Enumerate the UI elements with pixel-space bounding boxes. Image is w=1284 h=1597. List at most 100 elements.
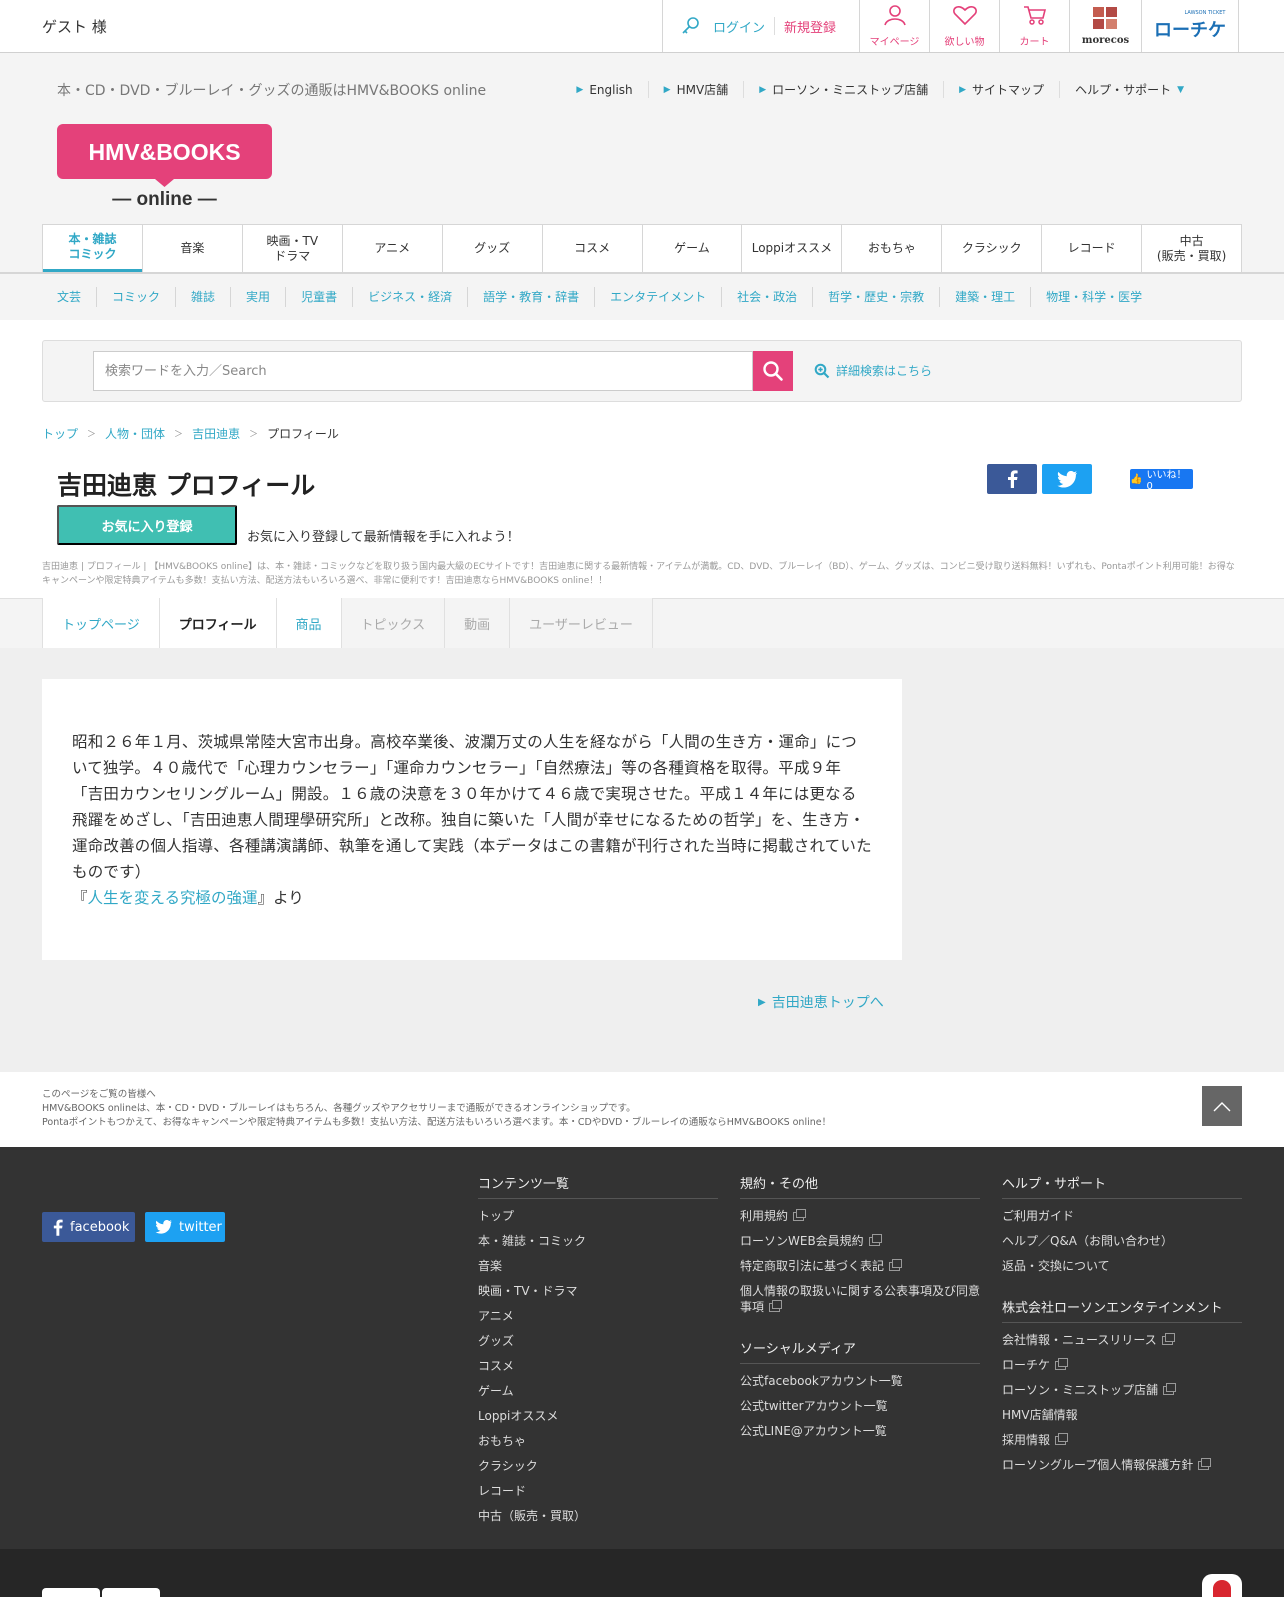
header-link-help[interactable]: ヘルプ・サポート ▼ [1059,81,1199,98]
search-button[interactable] [753,351,793,391]
lawson-ticket-link[interactable]: LAWSON TICKET ローチケ [1141,0,1239,52]
header-link-hmv-stores[interactable]: ▶ HMV店舗 [647,81,744,98]
subnav-item[interactable]: 社会・政治 [721,287,812,307]
subnav-item[interactable]: 文芸 [42,287,96,307]
footer-link[interactable]: 公式LINE@アカウント一覧 [740,1423,980,1439]
twitter-share-button[interactable] [1042,464,1092,494]
footer-link[interactable]: ローソンWEB会員規約 [740,1233,980,1249]
footer-link[interactable]: 個人情報の取扱いに関する公表事項及び同意事項 [740,1283,980,1315]
header-links: ▶ English ▶ HMV店舗 ▶ ローソン・ミニストップ店舗 ▶ サイトマップ ヘ… [561,81,1199,98]
footer-link[interactable]: トップ [478,1208,718,1224]
footer-link[interactable]: ご利用ガイド [1002,1208,1242,1224]
twitter-label: twitter [179,1219,222,1235]
footer-link[interactable]: 利用規約 [740,1208,980,1224]
person-icon [883,4,907,30]
wishlist-button[interactable]: 欲しい物 [929,0,999,52]
source-book-link[interactable]: 人生を変える究極の強運 [88,889,258,907]
footer-link[interactable]: グッズ [478,1333,718,1349]
advanced-search-link[interactable]: 詳細検索はこちら [814,362,932,379]
breadcrumb-current: プロフィール [267,427,339,441]
footer-link[interactable]: コスメ [478,1358,718,1374]
nav-game[interactable]: ゲーム [641,225,742,272]
subnav-item[interactable]: ビジネス・経済 [352,287,467,307]
nav-books[interactable]: 本・雑誌 コミック [43,225,142,272]
subnav-item[interactable]: 雑誌 [175,287,230,307]
search-input[interactable] [93,351,753,391]
footer-heading: コンテンツ一覧 [478,1173,718,1199]
footer-link[interactable]: ローソン・ミニストップ店舗 [1002,1382,1242,1398]
nav-used[interactable]: 中古 (販売・買取) [1141,225,1241,272]
facebook-share-button[interactable] [987,464,1037,494]
header-link-lawson-stores[interactable]: ▶ ローソン・ミニストップ店舗 [743,81,943,98]
footer-link[interactable]: 音楽 [478,1258,718,1274]
footer-twitter-button[interactable]: twitter [145,1212,225,1242]
footer-link[interactable]: 本・雑誌・コミック [478,1233,718,1249]
subnav-item[interactable]: 児童書 [285,287,352,307]
page-title: 吉田迪恵 プロフィール [57,471,316,500]
subnav-item[interactable]: 語学・教育・辞書 [467,287,594,307]
header-link-english[interactable]: ▶ English [561,81,647,98]
page-top-button[interactable] [1202,1086,1242,1126]
search-box: 詳細検索はこちら [42,340,1242,402]
footer-link[interactable]: 採用情報 [1002,1432,1242,1448]
site-logo[interactable]: HMV&BOOKS — online — [57,124,272,210]
nav-label: 音楽 [180,241,205,255]
login-link[interactable]: ログイン [713,17,765,36]
tab-products[interactable]: 商品 [275,598,341,648]
footer-facebook-button[interactable]: facebook [42,1212,135,1242]
nav-label: レコード [1067,241,1116,255]
footer-link[interactable]: 公式twitterアカウント一覧 [740,1398,980,1414]
nav-records[interactable]: レコード [1041,225,1141,272]
footer-contents: コンテンツ一覧 トップ 本・雑誌・コミック 音楽 映画・TV・ドラマ アニメ グ… [478,1173,718,1533]
header-link-sitemap[interactable]: ▶ サイトマップ [943,81,1059,98]
external-link-icon [769,1300,783,1312]
mypage-button[interactable]: マイページ [859,0,929,52]
nav-loppi[interactable]: Loppiオススメ [741,225,841,272]
header-link-label: HMV店舗 [676,83,729,97]
footer-link[interactable]: レコード [478,1483,718,1499]
nav-cosme[interactable]: コスメ [541,225,642,272]
nav-movies[interactable]: 映画・TV ドラマ [241,225,342,272]
artist-top-link[interactable]: ▶ 吉田迪恵トップへ [758,992,884,1012]
register-link[interactable]: 新規登録 [784,17,836,36]
breadcrumb-artist[interactable]: 吉田迪恵 [192,425,240,442]
subnav-item[interactable]: 建築・理工 [939,287,1030,307]
footer-link[interactable]: 公式facebookアカウント一覧 [740,1373,980,1389]
tab-top[interactable]: トップページ [42,598,159,648]
profile-source: 『人生を変える究極の強運』より [72,885,872,911]
footer-link[interactable]: 会社情報・ニュースリリース [1002,1332,1242,1348]
breadcrumb-top[interactable]: トップ [42,425,78,442]
footer-link[interactable]: ヘルプ／Q&A（お問い合わせ） [1002,1233,1242,1249]
footer-link[interactable]: アニメ [478,1308,718,1324]
profile-text: 昭和２６年１月、茨城県常陸大宮市出身。高校卒業後、波瀾万丈の人生を経ながら「人間… [72,733,872,881]
nav-music[interactable]: 音楽 [141,225,242,272]
footer-link[interactable]: 返品・交換について [1002,1258,1242,1274]
morecos-logo-icon [1092,6,1119,35]
morecos-link[interactable]: morecos [1069,0,1141,52]
main-nav: 本・雑誌 コミック 音楽 映画・TV ドラマ アニメ グッズ コスメ ゲーム Lop… [42,224,1242,272]
footer-link[interactable]: おもちゃ [478,1433,718,1449]
cart-button[interactable]: カート [999,0,1069,52]
subnav-item[interactable]: 哲学・歴史・宗教 [812,287,939,307]
subnav-item[interactable]: 実用 [230,287,285,307]
footer-link[interactable]: 映画・TV・ドラマ [478,1283,718,1299]
nav-anime[interactable]: アニメ [341,225,442,272]
nav-goods[interactable]: グッズ [441,225,542,272]
breadcrumb-people[interactable]: 人物・団体 [105,425,165,442]
subnav-item[interactable]: エンタテイメント [594,287,721,307]
footer-link[interactable]: ローソングループ個人情報保護方針 [1002,1457,1242,1473]
nav-classic[interactable]: クラシック [941,225,1041,272]
subnav-item[interactable]: コミック [96,287,175,307]
nav-toys[interactable]: おもちゃ [841,225,941,272]
subnav-item[interactable]: 物理・科学・医学 [1030,287,1157,307]
footer-link[interactable]: ローチケ [1002,1357,1242,1373]
favorite-button[interactable]: お気に入り登録 [57,505,237,545]
footer-link[interactable]: クラシック [478,1458,718,1474]
footer-link[interactable]: HMV店舗情報 [1002,1407,1242,1423]
like-button[interactable]: 👍 いいね！ 0 [1130,469,1193,492]
tab-profile[interactable]: プロフィール [158,598,276,648]
footer-link[interactable]: 特定商取引法に基づく表記 [740,1258,980,1274]
footer-link[interactable]: 中古（販売・買取） [478,1508,718,1524]
footer-link[interactable]: ゲーム [478,1383,718,1399]
footer-link[interactable]: Loppiオススメ [478,1408,718,1424]
